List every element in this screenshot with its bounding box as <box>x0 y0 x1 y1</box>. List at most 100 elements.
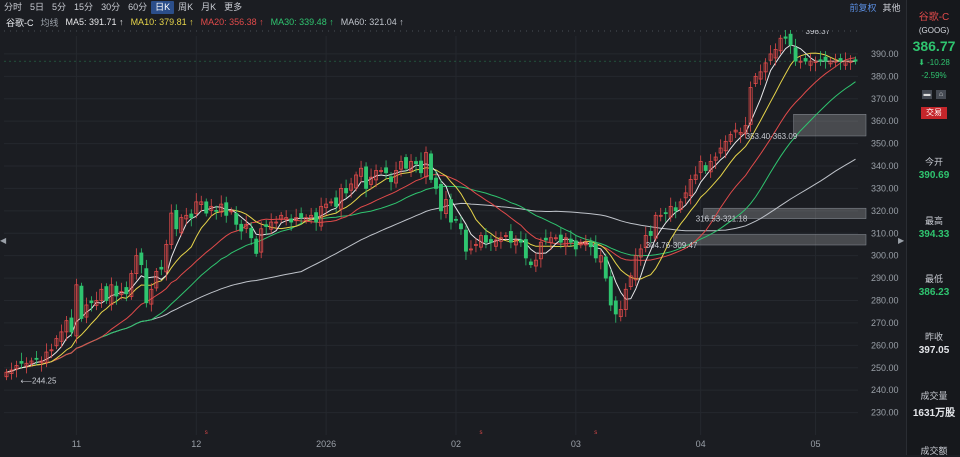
y-tick-label: 380.00 <box>871 71 899 81</box>
candle-body <box>264 224 269 227</box>
event-marker: s <box>594 430 597 436</box>
low-label: 最低 <box>924 274 943 284</box>
candle-body <box>663 212 668 215</box>
low-value: 386.23 <box>918 287 950 298</box>
candle-body <box>464 229 468 252</box>
candle-body <box>558 234 563 243</box>
candle-body <box>439 183 443 212</box>
prev-close-value: 397.05 <box>918 345 950 356</box>
candle-body <box>404 157 408 169</box>
timeframe-1[interactable]: 5日 <box>26 1 48 14</box>
y-tick-label: 360.00 <box>871 116 899 126</box>
side-ticker: (GOOG) <box>918 26 950 35</box>
x-tick-label: 2026 <box>316 439 336 449</box>
candle-body <box>523 239 528 259</box>
candle-body <box>608 276 613 306</box>
candle-body <box>603 256 608 279</box>
candle-body <box>384 167 389 174</box>
candle-body <box>613 300 618 315</box>
candle-body <box>204 201 209 214</box>
amount-label: 成交额 <box>920 446 948 456</box>
candle-body <box>703 165 708 171</box>
quote-sidebar: 谷歌-C (GOOG) 386.77 ⬇ -10.28 -2.59% ▬ ⌂ 交… <box>906 0 960 457</box>
timeframe-2[interactable]: 5分 <box>48 1 70 14</box>
candlestick-chart[interactable]: 230.00 240.00 250.00 260.00 270.00 280.00 290.… <box>0 30 905 455</box>
candle-body <box>79 285 84 319</box>
x-tick-label: 05 <box>811 439 821 449</box>
timeframe-3[interactable]: 15分 <box>70 1 97 14</box>
timeframe-9[interactable]: 更多 <box>220 1 246 14</box>
candle-body <box>19 361 24 364</box>
other-dropdown[interactable]: 其他 <box>883 1 901 14</box>
candle-body <box>419 160 423 174</box>
y-tick-label: 290.00 <box>871 273 899 283</box>
candle-body <box>488 239 493 243</box>
annotation-label: 353.40-363.09 <box>746 132 798 141</box>
timeframe-5[interactable]: 60分 <box>124 1 151 14</box>
scroll-left-icon[interactable]: ◀ <box>0 236 6 245</box>
y-tick-label: 370.00 <box>871 94 899 104</box>
candle-body <box>234 213 239 225</box>
home-icon[interactable]: ⌂ <box>936 90 946 99</box>
high-block: 最高 394.33 <box>907 214 960 240</box>
candle-body <box>254 238 259 254</box>
candle-body <box>124 287 129 295</box>
candle-body <box>528 261 533 266</box>
candle-body <box>334 197 339 207</box>
event-marker: s <box>479 430 482 436</box>
side-stock-name: 谷歌-C <box>918 12 950 23</box>
candle-body <box>104 286 109 301</box>
price-change-pct: -2.59% <box>921 71 947 80</box>
timeframe-7[interactable]: 周K <box>174 1 197 14</box>
candle-body <box>588 241 593 248</box>
adjust-dropdown[interactable]: 前复权 <box>849 1 876 14</box>
timeframe-6[interactable]: 日K <box>151 0 175 14</box>
stock-name: 谷歌-C <box>6 17 34 28</box>
candle-body <box>344 188 349 194</box>
volume-block: 成交量 1631万股 <box>907 389 960 419</box>
candle-body <box>414 161 418 165</box>
x-tick-label: 12 <box>191 439 201 449</box>
candle-body <box>144 268 149 304</box>
candle-body <box>189 213 194 218</box>
y-tick-label: 230.00 <box>871 408 899 418</box>
annotation-label: ⟵244.25 <box>20 377 56 386</box>
timeframe-toolbar: 分时 5日 5分 15分 30分 60分 日K 周K 月K 更多 <box>0 0 905 14</box>
candle-body <box>543 237 548 241</box>
candle-body <box>89 300 94 304</box>
candle-body <box>783 36 788 39</box>
candle-body <box>459 223 463 230</box>
candle-body <box>573 240 578 250</box>
last-price: 386.77 <box>912 38 956 54</box>
annotation-label: 304.76-309.47 <box>646 241 698 250</box>
ma-legend-item-4: MA60: 321.04 ↑ <box>340 17 404 27</box>
candle-body <box>434 177 438 189</box>
candle-body <box>454 218 458 221</box>
candle-body <box>239 223 244 232</box>
timeframe-0[interactable]: 分时 <box>0 1 26 14</box>
candle-body <box>249 227 254 239</box>
y-tick-label: 320.00 <box>871 206 899 216</box>
candle-body <box>299 213 304 218</box>
indicator-selector[interactable]: 均线 <box>41 16 59 29</box>
candle-body <box>214 209 219 212</box>
candle-body <box>224 202 229 216</box>
candle-body <box>364 166 369 189</box>
high-label: 最高 <box>924 216 943 226</box>
price-zone <box>793 114 867 137</box>
candle-body <box>568 238 573 243</box>
trade-button[interactable]: 交易 <box>921 107 947 119</box>
y-tick-label: 250.00 <box>871 363 899 373</box>
candle-body <box>159 266 164 270</box>
candle-body <box>174 209 179 230</box>
candle-body <box>838 58 843 62</box>
ma30-line <box>6 81 856 373</box>
scroll-right-icon[interactable]: ▶ <box>898 236 904 245</box>
x-tick-label: 04 <box>696 439 706 449</box>
amount-block: 成交额 <box>907 444 960 457</box>
candle-body <box>429 153 433 180</box>
candle-body <box>648 231 653 236</box>
timeframe-4[interactable]: 30分 <box>97 1 124 14</box>
timeframe-8[interactable]: 月K <box>197 1 220 14</box>
minus-icon[interactable]: ▬ <box>922 90 932 99</box>
